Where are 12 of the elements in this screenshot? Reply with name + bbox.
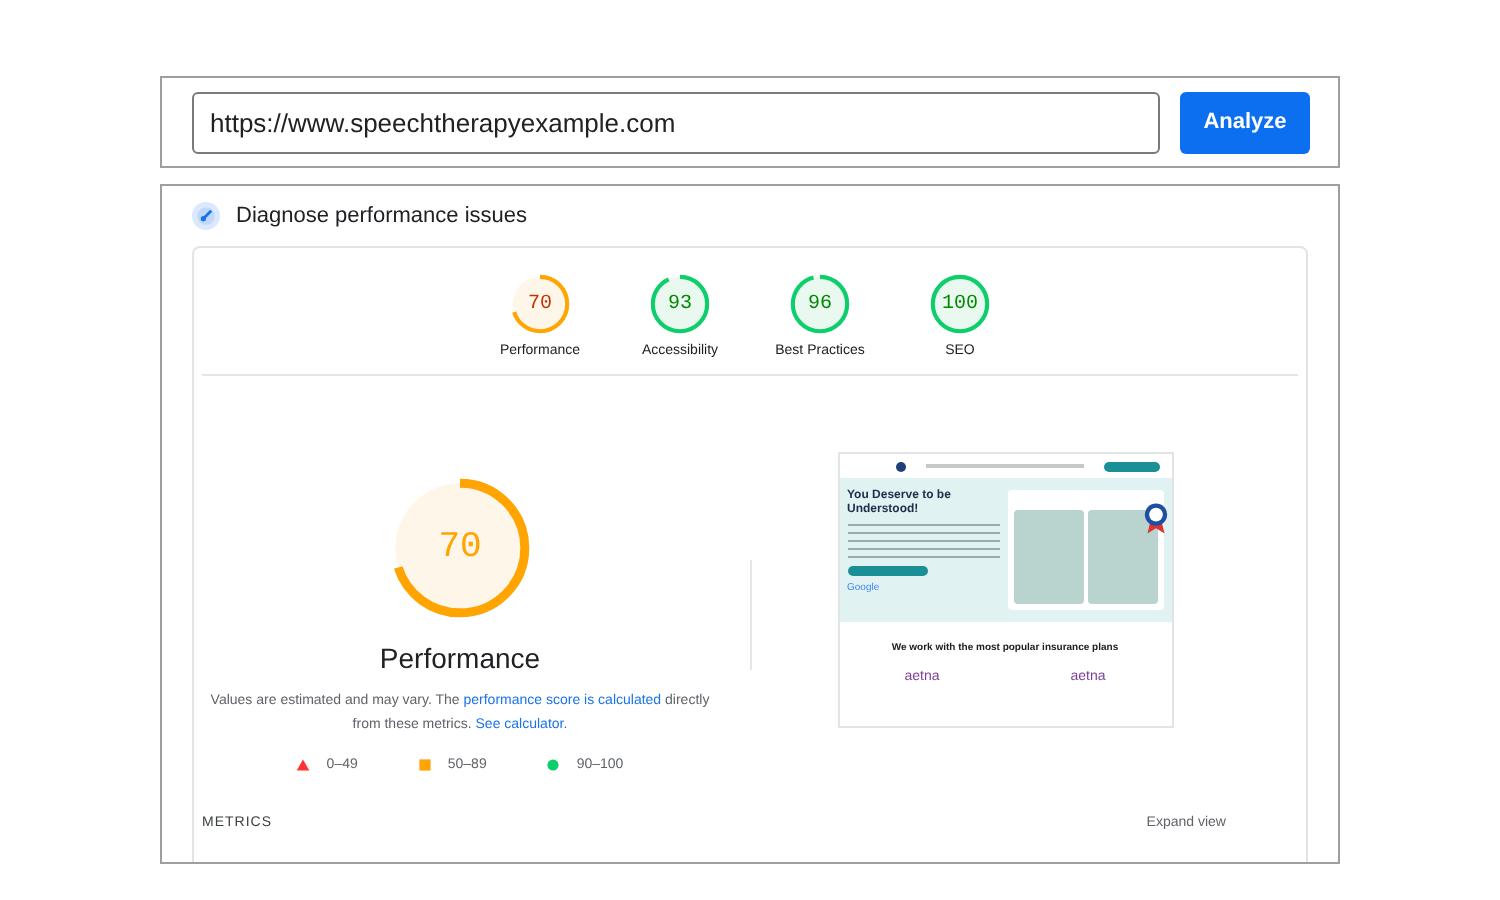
triangle-icon <box>296 758 311 772</box>
analyze-button[interactable]: Analyze <box>1180 91 1310 153</box>
logo-icon <box>895 461 905 471</box>
square-icon <box>417 758 432 772</box>
photo-placeholder <box>1087 510 1157 604</box>
photo-placeholder <box>1013 510 1083 604</box>
diagnose-icon <box>192 202 220 230</box>
circle-icon <box>546 758 561 772</box>
section-title: Diagnose performance issues <box>236 204 528 228</box>
url-field[interactable]: https://www.speechtherapyexample.com <box>192 91 1160 153</box>
performance-gauge: 70 <box>388 476 532 620</box>
score-title: Performance <box>379 642 541 674</box>
